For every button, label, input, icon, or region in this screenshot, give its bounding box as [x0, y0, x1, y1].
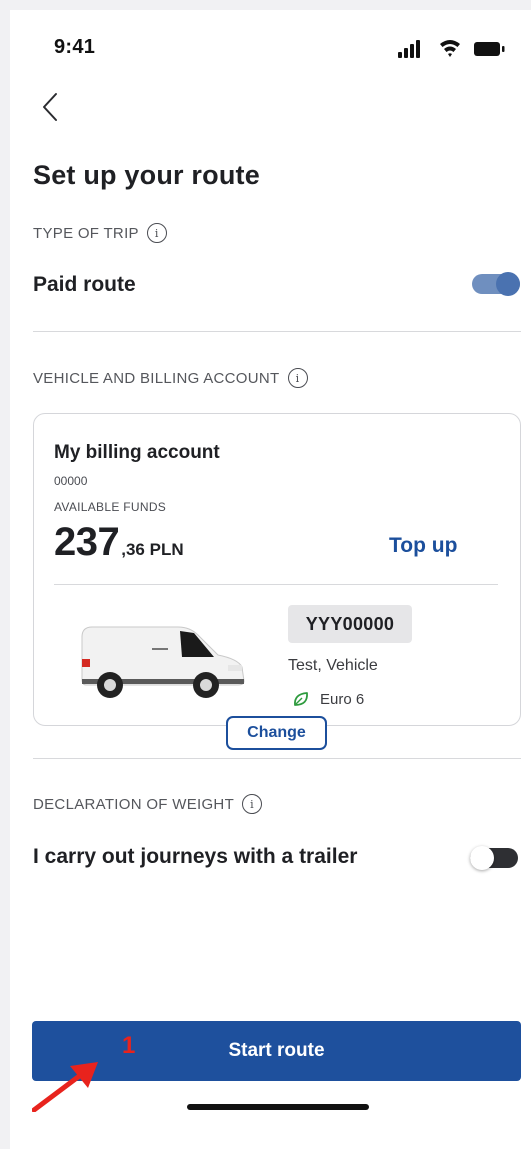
trip-type-label: TYPE OF TRIP	[33, 224, 139, 242]
weight-label: DECLARATION OF WEIGHT	[33, 795, 235, 813]
divider	[33, 758, 521, 759]
emission-class-label: Euro 6	[320, 690, 365, 708]
info-icon[interactable]: i	[287, 368, 308, 388]
change-vehicle-button[interactable]: Change	[226, 716, 327, 750]
back-button[interactable]	[36, 86, 66, 126]
van-image	[81, 626, 245, 698]
home-indicator	[187, 1104, 369, 1110]
status-icons	[398, 40, 505, 58]
status-time: 9:41	[54, 36, 96, 58]
vehicle-billing-label: VEHICLE AND BILLING ACCOUNT	[33, 369, 280, 387]
battery-icon	[474, 42, 505, 56]
top-up-link[interactable]: Top up	[389, 534, 457, 558]
emission-class: Euro 6	[292, 690, 364, 708]
annotation-marker-number: 1	[122, 1032, 136, 1059]
trailer-toggle[interactable]	[470, 846, 520, 870]
vehicle-name: Test, Vehicle	[288, 657, 378, 674]
paid-route-toggle[interactable]	[472, 272, 522, 296]
info-icon[interactable]: i	[242, 794, 263, 814]
weight-section-label: DECLARATION OF WEIGHT i	[33, 794, 263, 814]
signal-icon	[398, 40, 420, 58]
account-number: 00000	[54, 474, 88, 488]
license-plate: YYY00000	[288, 605, 412, 643]
wifi-icon	[440, 40, 460, 57]
account-name: My billing account	[54, 442, 220, 463]
page-title: Set up your route	[33, 160, 260, 190]
funds-fraction: ,36 PLN	[121, 540, 184, 559]
status-bar: 9:41	[10, 10, 531, 80]
card-divider	[54, 584, 498, 585]
divider	[33, 331, 521, 332]
start-route-button[interactable]: Start route	[32, 1021, 521, 1081]
paid-route-label: Paid route	[33, 273, 136, 296]
funds-integer: 237	[54, 520, 120, 564]
billing-account-card: My billing account 00000 AVAILABLE FUNDS…	[33, 413, 521, 726]
available-funds: 237 ,36 PLN	[54, 520, 184, 565]
vehicle-billing-section-label: VEHICLE AND BILLING ACCOUNT i	[33, 368, 308, 388]
chevron-left-icon	[43, 93, 57, 121]
info-icon[interactable]: i	[146, 223, 167, 243]
trip-type-section-label: TYPE OF TRIP i	[33, 223, 167, 243]
annotation-arrow-icon	[32, 1062, 98, 1112]
route-setup-screen: 9:41 Set up your route TYPE OF TRIP i Pa…	[10, 10, 531, 1149]
trailer-label: I carry out journeys with a trailer	[33, 845, 358, 868]
available-funds-label: AVAILABLE FUNDS	[54, 500, 167, 514]
leaf-icon	[294, 692, 308, 706]
